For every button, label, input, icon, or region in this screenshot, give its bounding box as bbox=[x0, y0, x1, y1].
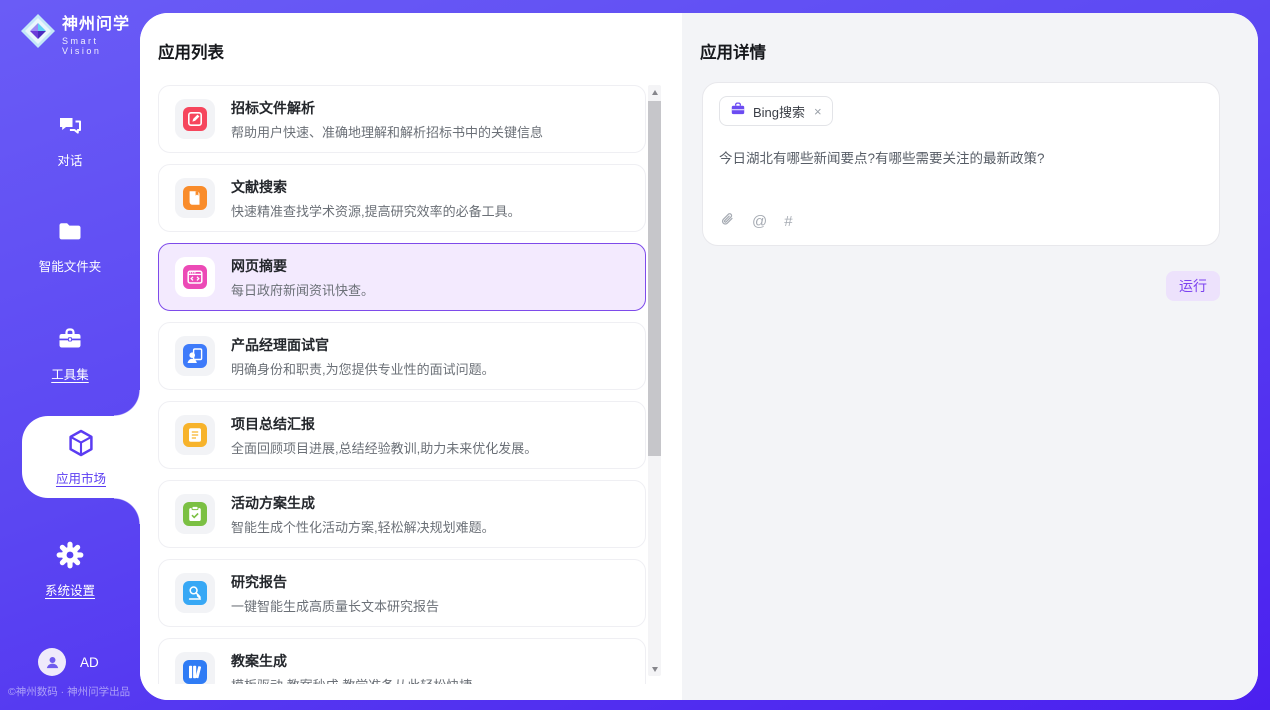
diamond-logo-icon bbox=[20, 13, 56, 54]
app-name: 研究报告 bbox=[231, 572, 439, 592]
document-edit-icon bbox=[175, 99, 215, 139]
brand-tagline: Smart Vision bbox=[62, 36, 140, 56]
app-card-research-report[interactable]: 研究报告 一键智能生成高质量长文本研究报告 bbox=[158, 559, 646, 627]
sidebar-item-label: 对话 bbox=[57, 150, 82, 169]
app-card-bid-analysis[interactable]: 招标文件解析 帮助用户快速、准确地理解和解析招标书中的关键信息 bbox=[158, 85, 646, 153]
app-detail-panel: 应用详情 Bing搜索 × 今日湖北有哪些新闻要点?有哪些需要关注的最新政策? bbox=[682, 13, 1258, 700]
sidebar-item-chat[interactable]: 对话 bbox=[0, 112, 140, 169]
query-input[interactable]: 今日湖北有哪些新闻要点?有哪些需要关注的最新政策? bbox=[719, 149, 1203, 169]
attachment-icon[interactable] bbox=[719, 211, 735, 232]
app-name: 文献搜索 bbox=[231, 177, 521, 197]
app-card-event-plan[interactable]: 活动方案生成 智能生成个性化活动方案,轻松解决规划难题。 bbox=[158, 480, 646, 548]
notepad-icon bbox=[175, 415, 215, 455]
folder-icon bbox=[56, 218, 84, 251]
app-desc: 一键智能生成高质量长文本研究报告 bbox=[231, 596, 439, 615]
tool-tag-bing-search[interactable]: Bing搜索 × bbox=[719, 96, 833, 126]
app-name: 教案生成 bbox=[231, 651, 472, 671]
brand-name: 神州问学 bbox=[62, 10, 140, 34]
brand-logo: 神州问学 Smart Vision bbox=[20, 10, 140, 56]
app-desc: 快速精准查找学术资源,提高研究效率的必备工具。 bbox=[231, 201, 521, 220]
chat-icon bbox=[56, 112, 84, 145]
sidebar-item-app-market[interactable]: 应用市场 bbox=[22, 416, 140, 498]
sidebar-item-settings[interactable]: 系统设置 bbox=[0, 540, 140, 599]
app-card-web-summary[interactable]: 网页摘要 每日政府新闻资讯快查。 bbox=[158, 243, 646, 311]
app-name: 项目总结汇报 bbox=[231, 414, 537, 434]
app-name: 网页摘要 bbox=[231, 256, 374, 276]
app-list-title: 应用列表 bbox=[158, 39, 224, 63]
toolbox-icon bbox=[56, 326, 84, 359]
scrollbar-thumb[interactable] bbox=[648, 101, 661, 456]
composer-toolbar: @ # bbox=[719, 211, 793, 232]
app-desc: 模板驱动,教案秒成,教学准备从此轻松快捷 bbox=[231, 675, 472, 685]
main-panel: 应用列表 招标文件解析 帮助用户快速、准确地理解和解析招标书中的关键信 bbox=[140, 13, 1258, 700]
scroll-down-arrow[interactable] bbox=[648, 662, 661, 676]
app-card-project-summary[interactable]: 项目总结汇报 全面回顾项目进展,总结经验教训,助力未来优化发展。 bbox=[158, 401, 646, 469]
app-list: 招标文件解析 帮助用户快速、准确地理解和解析招标书中的关键信息 bbox=[158, 85, 646, 684]
sidebar-item-label: 工具集 bbox=[51, 364, 89, 383]
book-icon bbox=[175, 178, 215, 218]
app-list-panel: 应用列表 招标文件解析 帮助用户快速、准确地理解和解析招标书中的关键信 bbox=[140, 13, 682, 700]
cube-icon bbox=[65, 427, 97, 464]
web-code-icon bbox=[175, 257, 215, 297]
app-shell: 神州问学 Smart Vision 对话 智能文件夹 bbox=[0, 0, 1270, 710]
app-desc: 每日政府新闻资讯快查。 bbox=[231, 280, 374, 299]
clipboard-check-icon bbox=[175, 494, 215, 534]
user-name: AD bbox=[80, 655, 99, 670]
app-detail-title: 应用详情 bbox=[700, 39, 766, 63]
app-card-literature-search[interactable]: 文献搜索 快速精准查找学术资源,提高研究效率的必备工具。 bbox=[158, 164, 646, 232]
sidebar-item-label: 智能文件夹 bbox=[39, 256, 102, 275]
sidebar-item-toolkit[interactable]: 工具集 bbox=[0, 326, 140, 383]
user-account[interactable]: AD bbox=[38, 648, 99, 676]
app-card-pm-interviewer[interactable]: 产品经理面试官 明确身份和职责,为您提供专业性的面试问题。 bbox=[158, 322, 646, 390]
tool-tag-label: Bing搜索 bbox=[753, 102, 805, 121]
avatar bbox=[38, 648, 66, 676]
close-icon[interactable]: × bbox=[814, 104, 822, 119]
app-name: 产品经理面试官 bbox=[231, 335, 495, 355]
interviewer-icon bbox=[175, 336, 215, 376]
sidebar: 神州问学 Smart Vision 对话 智能文件夹 bbox=[0, 0, 140, 710]
hashtag-icon[interactable]: # bbox=[784, 214, 792, 229]
app-list-scrollbar[interactable] bbox=[648, 85, 661, 676]
sidebar-item-smart-folder[interactable]: 智能文件夹 bbox=[0, 218, 140, 275]
app-desc: 帮助用户快速、准确地理解和解析招标书中的关键信息 bbox=[231, 122, 543, 141]
app-desc: 明确身份和职责,为您提供专业性的面试问题。 bbox=[231, 359, 495, 378]
briefcase-icon bbox=[730, 101, 746, 122]
mention-icon[interactable]: @ bbox=[752, 214, 767, 229]
app-desc: 智能生成个性化活动方案,轻松解决规划难题。 bbox=[231, 517, 495, 536]
books-icon bbox=[175, 652, 215, 684]
gear-icon bbox=[55, 540, 85, 575]
prompt-input-card[interactable]: Bing搜索 × 今日湖北有哪些新闻要点?有哪些需要关注的最新政策? @ # bbox=[702, 82, 1220, 246]
sidebar-item-label: 系统设置 bbox=[45, 580, 95, 599]
brand-text: 神州问学 Smart Vision bbox=[62, 10, 140, 56]
microscope-icon bbox=[175, 573, 215, 613]
app-name: 活动方案生成 bbox=[231, 493, 495, 513]
copyright-footer: ©神州数码 · 神州问学出品 bbox=[8, 684, 130, 699]
app-name: 招标文件解析 bbox=[231, 98, 543, 118]
app-card-lesson-plan[interactable]: 教案生成 模板驱动,教案秒成,教学准备从此轻松快捷 bbox=[158, 638, 646, 684]
app-desc: 全面回顾项目进展,总结经验教训,助力未来优化发展。 bbox=[231, 438, 537, 457]
run-button[interactable]: 运行 bbox=[1166, 271, 1220, 301]
sidebar-item-label: 应用市场 bbox=[56, 468, 106, 487]
scroll-up-arrow[interactable] bbox=[648, 85, 661, 99]
